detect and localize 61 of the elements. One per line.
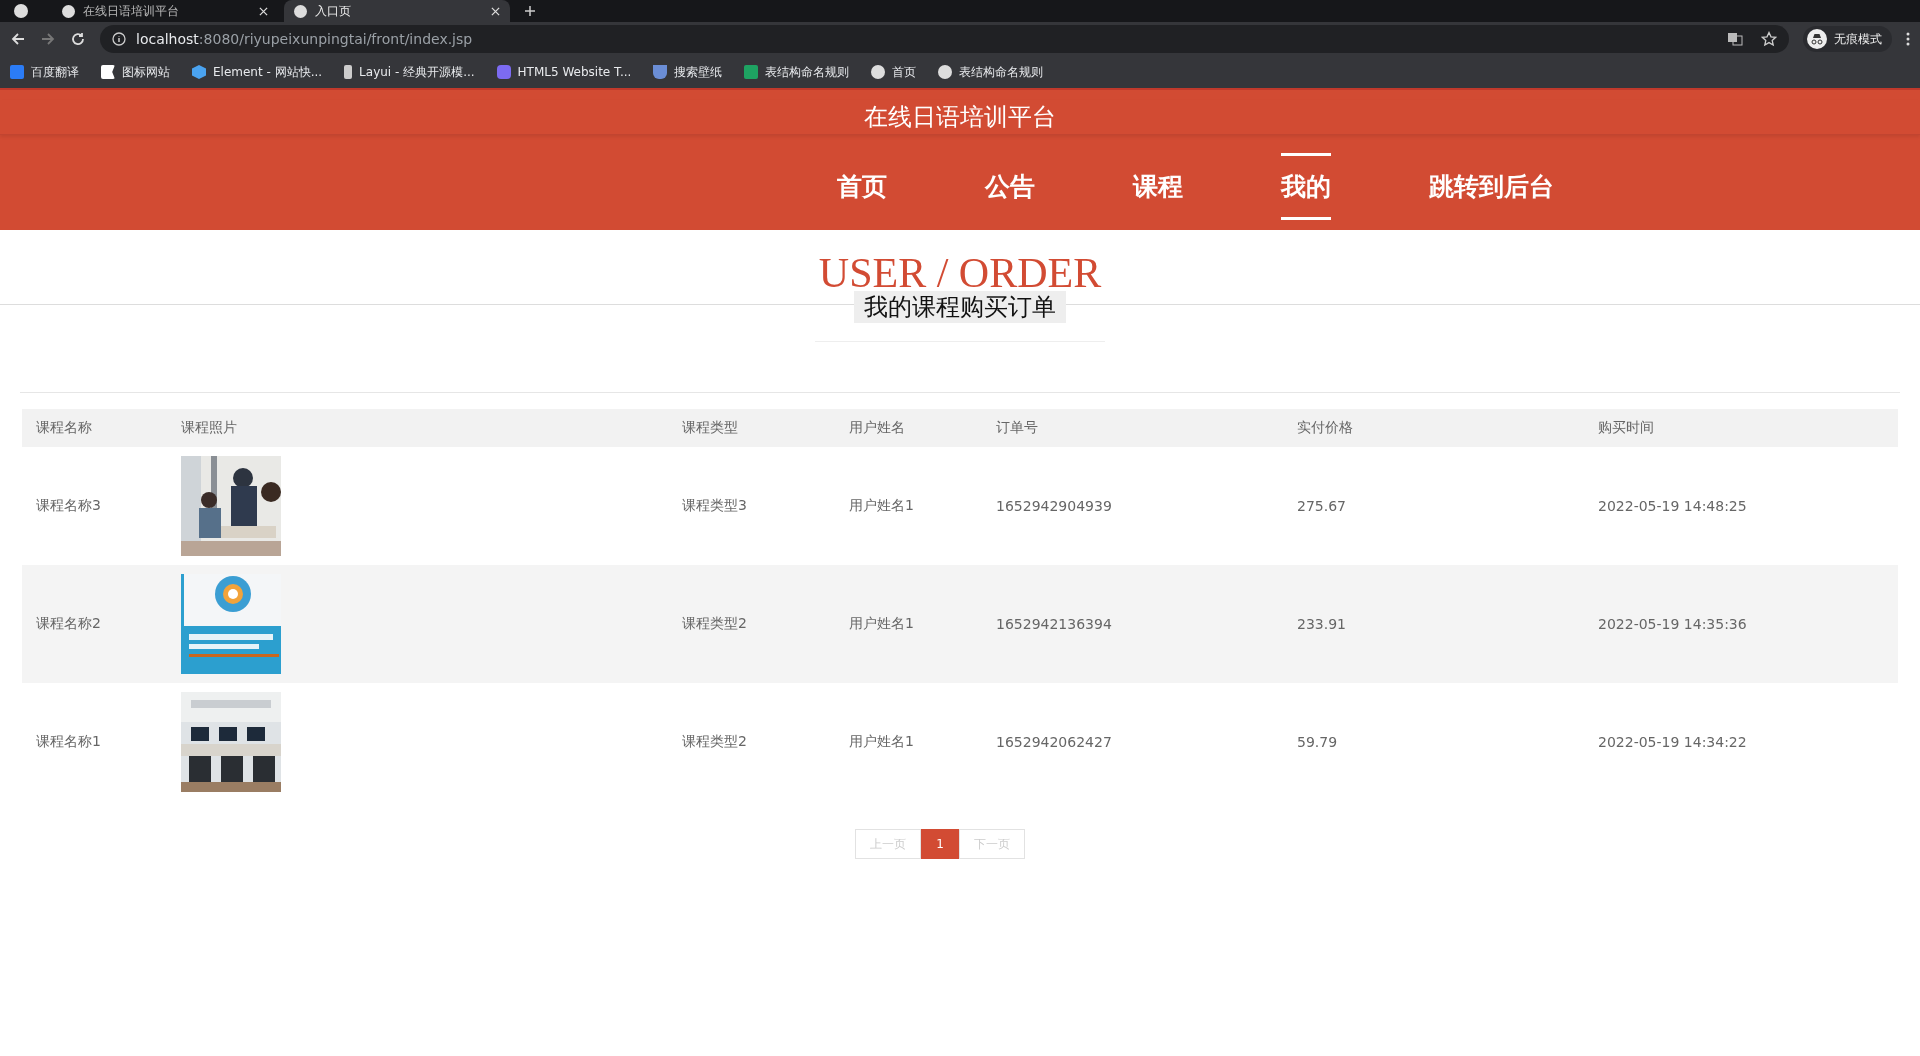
- table-cell: 2022-05-19 14:48:25: [1598, 498, 1747, 514]
- plus-icon[interactable]: [524, 5, 536, 17]
- bookmark-link[interactable]: HTML5 Website T...: [496, 65, 632, 79]
- table-cell: 1652942904939: [996, 498, 1112, 514]
- reload-icon[interactable]: [70, 31, 86, 47]
- table-cell: 课程名称2: [36, 615, 101, 631]
- bookmark-link[interactable]: 表结构命名规则: [744, 63, 850, 81]
- bookmark-link[interactable]: Layui - 经典开源模...: [344, 63, 475, 81]
- table-cell: 275.67: [1297, 498, 1346, 514]
- page-button[interactable]: 1: [921, 829, 959, 859]
- forward-icon[interactable]: [40, 31, 56, 47]
- bookmark-link[interactable]: 搜索壁纸: [653, 63, 723, 81]
- table-cell: 课程类型3: [682, 497, 747, 513]
- nav-link[interactable]: 首页: [836, 153, 887, 220]
- info-icon[interactable]: [112, 32, 126, 46]
- bookmark-link[interactable]: Element - 网站快...: [192, 63, 323, 81]
- bookmark-link[interactable]: 图标网站: [101, 63, 170, 81]
- table-cell: 课程类型2: [682, 733, 747, 749]
- column-header: 订单号: [996, 419, 1038, 435]
- column-header: 实付价格: [1297, 419, 1353, 435]
- table-row[interactable]: 课程名称3 课程类型3 用户姓名1 1652942904939 275.67 2022-05-19 14:48:25: [22, 447, 1898, 565]
- table-cell: 2022-05-19 14:34:22: [1598, 734, 1747, 750]
- close-icon[interactable]: [259, 6, 268, 16]
- column-header: 用户姓名: [849, 419, 905, 435]
- table-cell: 课程名称1: [36, 733, 101, 749]
- column-header: 课程照片: [181, 419, 237, 435]
- incognito-icon: [1807, 29, 1827, 49]
- back-icon[interactable]: [10, 31, 26, 47]
- nav-link[interactable]: 课程: [1132, 153, 1183, 220]
- site-title: 在线日语培训平台: [0, 100, 1920, 135]
- table-cell: 233.91: [1297, 616, 1346, 632]
- incognito-profile-button[interactable]: 无痕模式: [1803, 26, 1892, 52]
- bookmark-link[interactable]: 表结构命名规则: [938, 63, 1044, 81]
- table-cell: 课程类型2: [682, 615, 747, 631]
- table-cell: 59.79: [1297, 734, 1338, 750]
- table-cell: 用户姓名1: [849, 497, 914, 513]
- column-header: 课程类型: [682, 419, 738, 435]
- nav-link[interactable]: 我的: [1280, 153, 1331, 220]
- menu-icon[interactable]: [1906, 31, 1910, 47]
- table-row[interactable]: 课程名称2 课程类型2 用户姓名1 1652942136394 233.91 2022-05-19 14:35:36: [22, 565, 1898, 683]
- nav-link[interactable]: 跳转到后台: [1428, 153, 1554, 220]
- star-icon[interactable]: [1761, 31, 1777, 47]
- bookmark-link[interactable]: 首页: [871, 63, 917, 81]
- table-row[interactable]: 课程名称1 课程类型2 用户姓名1 1652942062427 59.79 2022-05-19 14:34:22: [22, 683, 1898, 801]
- column-header: 课程名称: [36, 419, 92, 435]
- nav-link[interactable]: 公告: [984, 153, 1035, 220]
- browser-tab[interactable]: 入口页: [284, 0, 510, 22]
- close-icon[interactable]: [491, 6, 500, 16]
- table-cell: 用户姓名1: [849, 733, 914, 749]
- browser-tab[interactable]: 在线日语培训平台: [52, 0, 278, 22]
- column-header: 购买时间: [1598, 419, 1654, 435]
- table-cell: 用户姓名1: [849, 615, 914, 631]
- bookmark-link[interactable]: 百度翻译: [10, 63, 79, 81]
- section-subheading: 我的课程购买订单: [854, 291, 1066, 323]
- address-bar[interactable]: localhost:8080/riyupeixunpingtai/front/index.jsp: [100, 25, 1789, 53]
- table-cell: 课程名称3: [36, 497, 101, 513]
- globe-icon: [14, 4, 28, 18]
- table-cell: 1652942062427: [996, 734, 1112, 750]
- table-cell: 2022-05-19 14:35:36: [1598, 616, 1747, 632]
- table-cell: 1652942136394: [996, 616, 1112, 632]
- translate-icon[interactable]: [1727, 31, 1743, 47]
